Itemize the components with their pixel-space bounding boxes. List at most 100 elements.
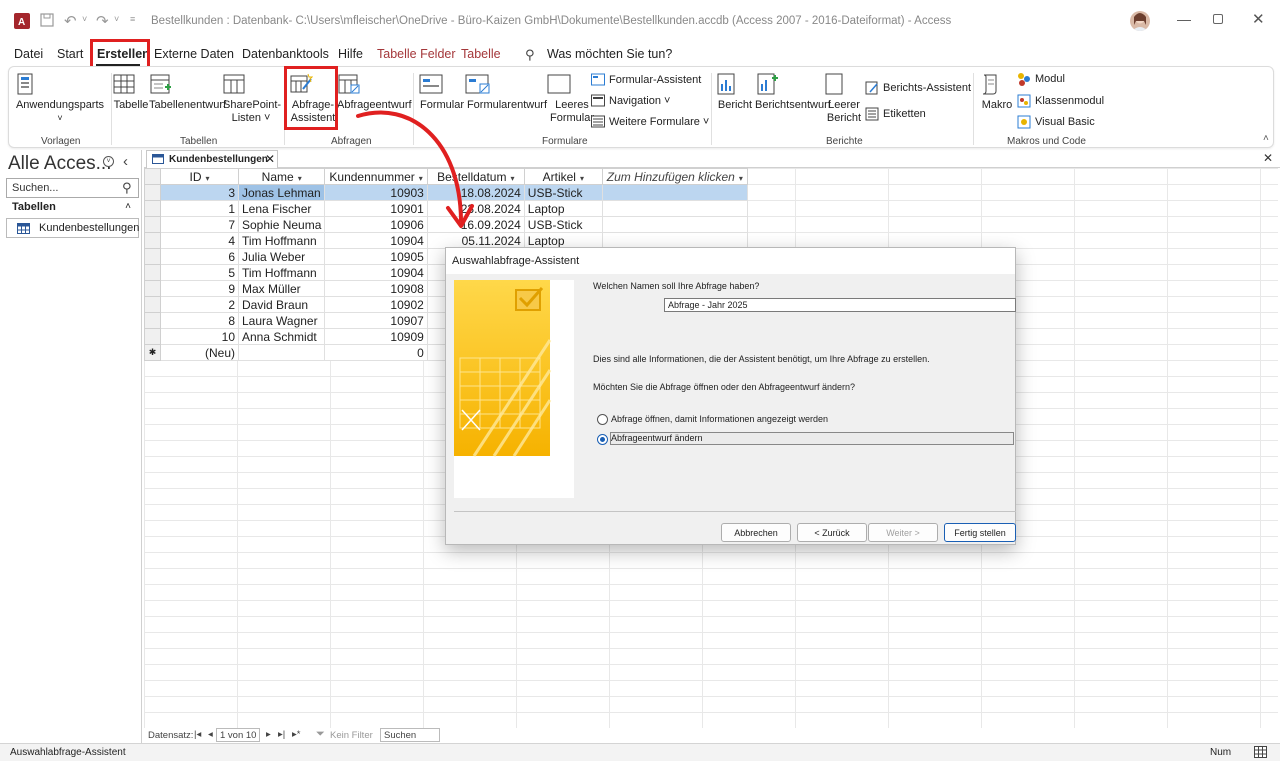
redo-icon[interactable]: ↷: [96, 12, 109, 30]
close-tab-icon[interactable]: ✕: [265, 152, 275, 166]
record-search-input[interactable]: Suchen: [380, 728, 440, 742]
column-header-artikel[interactable]: Artikel ▾: [523, 168, 603, 185]
nav-dropdown-icon[interactable]: ˅: [103, 156, 114, 167]
tab-tabelle[interactable]: Tabelle: [461, 47, 501, 61]
tab-datei[interactable]: Datei: [14, 47, 43, 61]
cell-id[interactable]: 10: [160, 328, 239, 345]
anwendungsparts-button[interactable]: Anwendungsparts ˅: [15, 73, 105, 125]
column-header-id[interactable]: ID ▾: [160, 168, 239, 185]
cell-name[interactable]: Julia Weber: [237, 248, 326, 265]
last-record-icon[interactable]: ▸|: [278, 729, 285, 740]
navigation-button[interactable]: Navigation ˅: [591, 94, 670, 107]
cell-artikel[interactable]: Laptop: [523, 200, 603, 217]
cell-name[interactable]: Tim Hoffmann: [237, 232, 326, 249]
record-selector[interactable]: [144, 328, 161, 345]
nav-search-icon[interactable]: ⚲: [122, 180, 132, 196]
cell-kundennummer[interactable]: 10907: [324, 312, 428, 329]
sharepoint-listen-button[interactable]: SharePoint- Listen ˅: [223, 73, 281, 125]
restore-icon[interactable]: [1213, 14, 1223, 24]
makro-button[interactable]: Makro: [979, 73, 1015, 112]
search-icon[interactable]: ⚲: [525, 47, 535, 63]
cell-name[interactable]: Max Müller: [237, 280, 326, 297]
cell-id[interactable]: 2: [160, 296, 239, 313]
cell-id[interactable]: 4: [160, 232, 239, 249]
first-record-icon[interactable]: |◂: [194, 729, 201, 740]
radio-open-query-label[interactable]: Abfrage öffnen, damit Informationen ange…: [611, 414, 828, 424]
close-document-icon[interactable]: ✕: [1263, 151, 1273, 165]
cell-name[interactable]: Anna Schmidt: [237, 328, 326, 345]
cell-id-new[interactable]: (Neu): [160, 344, 239, 361]
close-window-icon[interactable]: ✕: [1252, 10, 1265, 28]
cell-name[interactable]: David Braun: [237, 296, 326, 313]
next-record-icon[interactable]: ▸: [266, 729, 271, 740]
group-collapse-icon[interactable]: ˄: [125, 201, 131, 212]
minimize-icon[interactable]: —: [1177, 11, 1191, 27]
cell-name[interactable]: Sophie Neuma: [237, 216, 326, 233]
user-avatar[interactable]: [1130, 11, 1150, 31]
customize-quick-access-icon[interactable]: ≡: [130, 14, 135, 24]
new-record-icon[interactable]: ▸*: [292, 729, 300, 740]
cell-artikel[interactable]: USB-Stick: [523, 184, 603, 201]
record-selector[interactable]: [144, 232, 161, 249]
filter-status[interactable]: Kein Filter: [330, 730, 373, 741]
cell-kundennummer[interactable]: 10904: [324, 264, 428, 281]
record-position[interactable]: 1 von 10: [216, 728, 260, 742]
save-icon[interactable]: [40, 13, 54, 27]
cell-artikel[interactable]: USB-Stick: [523, 216, 603, 233]
cell-name[interactable]: Tim Hoffmann: [237, 264, 326, 281]
leeres-formular-button[interactable]: Leeres Formular: [547, 73, 597, 125]
cell-id[interactable]: 7: [160, 216, 239, 233]
record-selector[interactable]: [144, 184, 161, 201]
berichts-assistent-button[interactable]: Berichts-Assistent: [865, 81, 971, 95]
cancel-button[interactable]: Abbrechen: [721, 523, 791, 542]
radio-modify-design-label[interactable]: Abfrageentwurf ändern: [611, 433, 703, 443]
tell-me-search[interactable]: Was möchten Sie tun?: [547, 47, 672, 61]
radio-open-query[interactable]: [597, 414, 608, 425]
record-selector[interactable]: [144, 216, 161, 233]
radio-modify-design[interactable]: [597, 434, 608, 445]
cell-id[interactable]: 9: [160, 280, 239, 297]
cell-add-field[interactable]: [601, 184, 748, 201]
tabelle-button[interactable]: Tabelle: [113, 73, 149, 112]
cell-kundennummer[interactable]: 10908: [324, 280, 428, 297]
cell-kundennummer[interactable]: 10902: [324, 296, 428, 313]
modul-button[interactable]: Modul: [1017, 72, 1065, 86]
select-all-cell[interactable]: [144, 168, 161, 185]
redo-dropdown-icon[interactable]: ˅: [114, 14, 119, 24]
cell-id[interactable]: 5: [160, 264, 239, 281]
cell-name[interactable]: Laura Wagner: [237, 312, 326, 329]
weitere-formulare-button[interactable]: Weitere Formulare ˅: [591, 115, 709, 128]
record-selector[interactable]: [144, 296, 161, 313]
record-selector[interactable]: [144, 280, 161, 297]
column-header-add-field[interactable]: Zum Hinzufügen klicken ▾: [601, 168, 748, 185]
cell-name[interactable]: Lena Fischer: [237, 200, 326, 217]
cell-kundennummer[interactable]: 10909: [324, 328, 428, 345]
leerer-bericht-button[interactable]: Leerer Bericht: [823, 73, 865, 125]
nav-item-kundenbestellungen[interactable]: Kundenbestellungen: [6, 218, 139, 238]
cell-id[interactable]: 6: [160, 248, 239, 265]
cell-id[interactable]: 1: [160, 200, 239, 217]
new-record-selector[interactable]: ✱: [144, 344, 161, 361]
visual-basic-button[interactable]: Visual Basic: [1017, 115, 1095, 129]
berichtsentwurf-button[interactable]: Berichtsentwurf: [755, 73, 831, 112]
column-header-name[interactable]: Name ▾: [237, 168, 326, 185]
cell-add-field[interactable]: [601, 216, 748, 233]
cell-name[interactable]: Jonas Lehman: [237, 184, 326, 201]
nav-collapse-icon[interactable]: ‹: [123, 153, 128, 170]
query-name-input[interactable]: Abfrage - Jahr 2025: [664, 298, 1016, 312]
record-selector[interactable]: [144, 264, 161, 281]
cell-id[interactable]: 3: [160, 184, 239, 201]
doc-tab-kundenbestellungen[interactable]: Kundenbestellungen ✕: [146, 150, 278, 168]
cell-kundennummer-new[interactable]: 0: [324, 344, 428, 361]
undo-dropdown-icon[interactable]: ˅: [82, 14, 87, 24]
nav-search-input[interactable]: Suchen...: [6, 178, 139, 198]
bericht-button[interactable]: Bericht: [715, 73, 755, 112]
tabellenentwurf-button[interactable]: Tabellenentwurf: [149, 73, 226, 112]
etiketten-button[interactable]: Etiketten: [865, 107, 926, 121]
cell-kundennummer[interactable]: 10905: [324, 248, 428, 265]
datasheet-view-icon[interactable]: [1254, 746, 1267, 758]
formular-assistent-button[interactable]: Formular-Assistent: [591, 73, 701, 86]
finish-button[interactable]: Fertig stellen: [944, 523, 1016, 542]
cell-name[interactable]: [237, 344, 326, 361]
cell-id[interactable]: 8: [160, 312, 239, 329]
